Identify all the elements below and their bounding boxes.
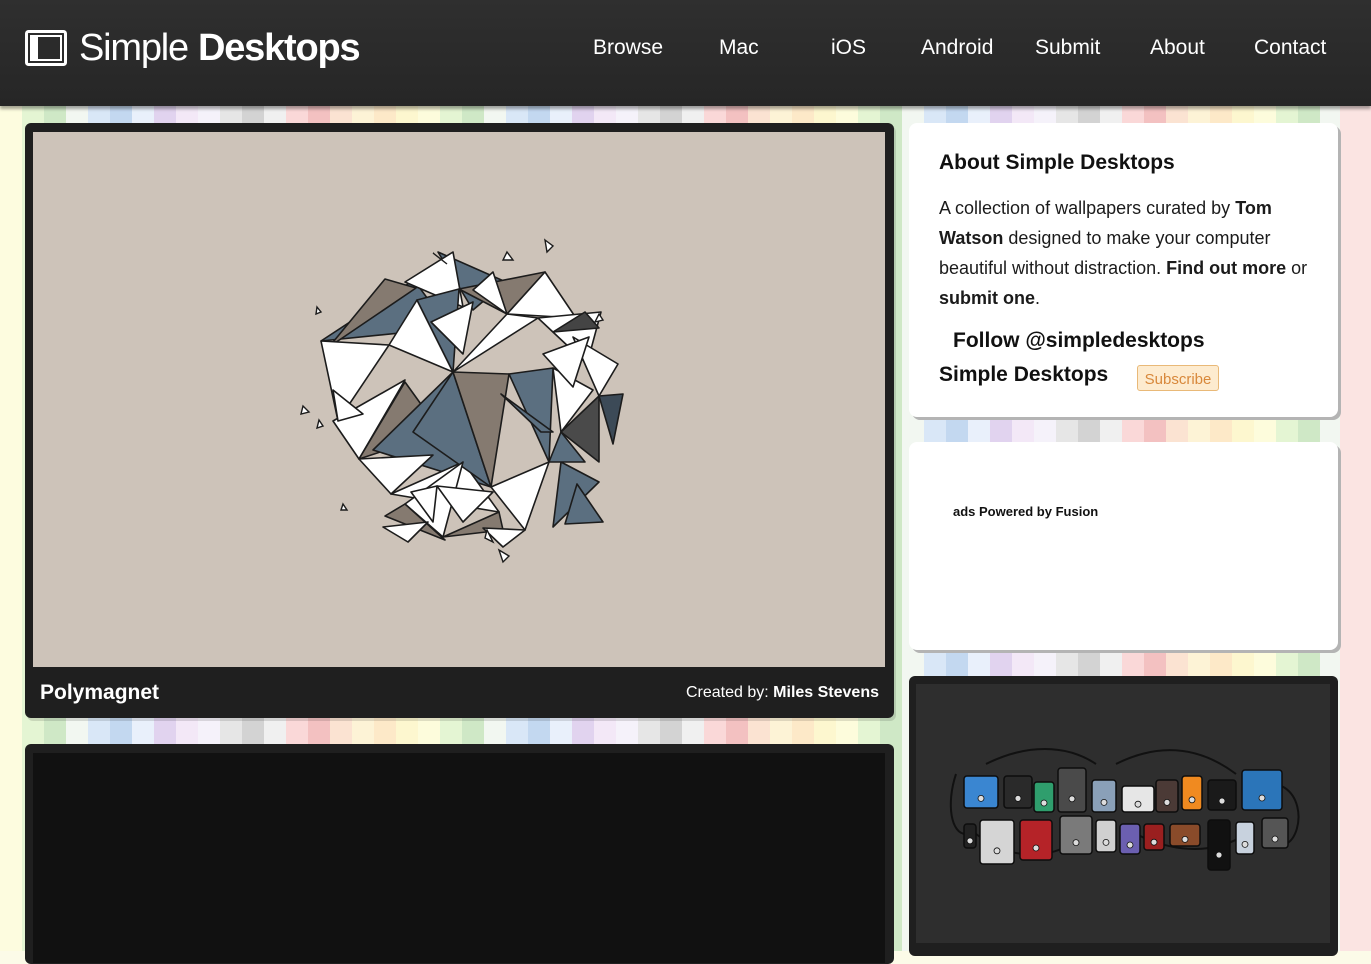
ad-panel: ads Powered by Fusion	[909, 442, 1338, 650]
polymagnet-artwork	[300, 238, 624, 564]
guitar-pedal	[1033, 781, 1055, 813]
floating-shard	[544, 238, 555, 254]
site-logo[interactable]: Simple Desktops	[25, 26, 361, 70]
subscribe-button[interactable]: Subscribe	[1137, 365, 1219, 391]
pedal-footswitch	[1218, 797, 1226, 805]
nav-ios[interactable]: iOS	[831, 36, 866, 60]
nav-about[interactable]: About	[1150, 36, 1205, 60]
site-header: Simple Desktops Browse Mac iOS Android Su…	[0, 0, 1371, 106]
guitar-pedal	[1119, 823, 1141, 855]
author-link[interactable]: Miles Stevens	[773, 684, 879, 701]
pedalboard-preview[interactable]	[916, 684, 1330, 943]
nav-android[interactable]: Android	[921, 36, 993, 60]
pedal-cable	[985, 748, 1097, 765]
pedal-footswitch	[1032, 844, 1040, 852]
guitar-pedal	[1143, 823, 1165, 851]
guitar-pedal	[1095, 819, 1117, 853]
floating-shard	[316, 418, 325, 430]
pedal-footswitch	[966, 837, 974, 845]
next-wallpaper-card	[25, 744, 894, 964]
pedal-footswitch	[993, 847, 1001, 855]
guitar-pedal	[1003, 775, 1033, 809]
pedal-footswitch	[1072, 839, 1080, 847]
guitar-pedal	[1261, 817, 1289, 849]
pedal-footswitch	[1181, 835, 1189, 843]
pedal-footswitch	[1100, 799, 1108, 806]
pedal-footswitch	[1102, 838, 1110, 846]
floating-shard	[340, 502, 349, 511]
credit-prefix: Created by:	[686, 684, 769, 701]
pedalboard-wallpaper-card	[909, 676, 1338, 956]
about-title: About Simple Desktops	[939, 151, 1175, 174]
guitar-pedal	[1207, 779, 1237, 811]
next-wallpaper-preview[interactable]	[33, 753, 885, 963]
about-description: A collection of wallpapers curated by To…	[939, 198, 1308, 308]
wallpaper-credit: Created by: Miles Stevens	[686, 684, 879, 702]
wallpaper-title[interactable]: Polymagnet	[40, 681, 159, 705]
guitar-pedal	[1181, 775, 1203, 811]
floating-shard	[300, 404, 311, 415]
pedal-footswitch	[1040, 799, 1048, 807]
pedal-footswitch	[1150, 838, 1158, 846]
guitar-pedal	[1235, 821, 1255, 855]
pedal-footswitch	[977, 795, 985, 802]
poly-shard	[598, 393, 624, 445]
guitar-pedal	[1019, 819, 1053, 861]
feed-label: Simple Desktops	[939, 363, 1109, 386]
pedalboard-artwork	[949, 748, 1300, 871]
floating-shard	[315, 305, 323, 316]
guitar-pedal	[979, 819, 1015, 865]
pedal-footswitch	[1258, 794, 1266, 802]
pedal-footswitch	[1134, 800, 1142, 808]
guitar-pedal	[1207, 819, 1231, 871]
guitar-pedal	[963, 823, 977, 849]
poly-shard	[382, 521, 429, 543]
nav-mac[interactable]: Mac	[719, 36, 759, 60]
guitar-pedal	[1241, 769, 1283, 811]
pedal-footswitch	[1271, 835, 1279, 843]
desktop-icon	[25, 30, 67, 66]
follow-twitter-link[interactable]: Follow @simpledesktops	[953, 329, 1205, 353]
nav-browse[interactable]: Browse	[593, 36, 663, 60]
featured-wallpaper-card: Polymagnet Created by: Miles Stevens	[25, 123, 894, 718]
pedal-footswitch	[1126, 841, 1134, 849]
pedal-footswitch	[1068, 795, 1076, 803]
guitar-pedal	[1155, 779, 1179, 813]
pedal-cable	[1115, 749, 1237, 775]
pedal-footswitch	[1215, 851, 1223, 859]
guitar-pedal	[963, 775, 999, 809]
floating-shard	[497, 548, 511, 564]
nav-contact[interactable]: Contact	[1254, 36, 1326, 60]
guitar-pedal	[1057, 767, 1087, 813]
nav-submit[interactable]: Submit	[1035, 36, 1100, 60]
submit-one-link[interactable]: submit one	[939, 288, 1035, 308]
guitar-pedal	[1059, 815, 1093, 855]
pedal-footswitch	[1188, 796, 1196, 804]
pedal-footswitch	[1163, 799, 1171, 806]
pedal-footswitch	[1241, 840, 1249, 848]
guitar-pedal	[1121, 785, 1155, 813]
pedal-footswitch	[1014, 795, 1022, 802]
find-out-more-link[interactable]: Find out more	[1166, 258, 1286, 278]
wallpaper-preview[interactable]	[33, 132, 885, 667]
guitar-pedal	[1091, 779, 1117, 813]
ad-attribution-link[interactable]: ads Powered by Fusion	[953, 504, 1098, 519]
floating-shard	[501, 250, 515, 261]
logo-text: Simple Desktops	[79, 26, 361, 69]
about-panel: About Simple Desktops A collection of wa…	[909, 123, 1338, 417]
